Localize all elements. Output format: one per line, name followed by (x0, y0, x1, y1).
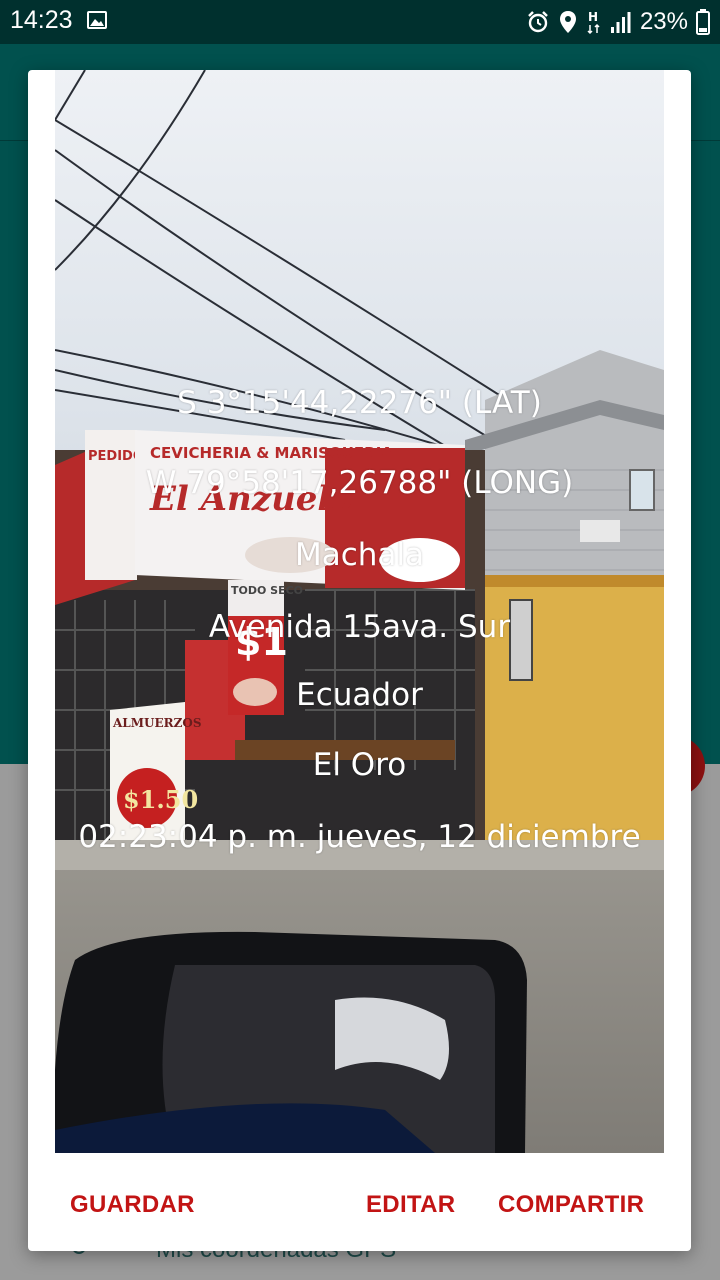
svg-text:H: H (588, 10, 598, 24)
alarm-icon (528, 11, 548, 33)
status-bar: 14:23 H 23% (0, 0, 720, 44)
photo-dialog: PEDIDOS CEVICHERIA & MARISQUERIA El Anzu… (28, 70, 691, 1251)
status-time: 14:23 (10, 6, 73, 34)
country-text: Ecuador (296, 677, 423, 713)
geotagged-photo: PEDIDOS CEVICHERIA & MARISQUERIA El Anzu… (55, 70, 664, 1153)
location-icon (559, 11, 576, 33)
signal-icon (610, 12, 631, 33)
edit-button[interactable]: EDITAR (366, 1183, 455, 1227)
city-text: Machala (294, 537, 425, 573)
province-text: El Oro (312, 747, 407, 783)
latitude-text: S 3°15'44,22276" (LAT) (177, 385, 542, 421)
almuerzos-price-text: $1.50 (123, 785, 198, 814)
almuerzos-text: ALMUERZOS (112, 716, 202, 730)
shop-sign-top-text: CEVICHERIA & MARISQUERIA (150, 444, 393, 462)
status-icons: H 23% (526, 6, 710, 38)
dialog-actions: GUARDAR EDITAR COMPARTIR (28, 1153, 691, 1251)
street-text: Avenida 15ava. Sur (208, 609, 511, 645)
save-button[interactable]: GUARDAR (70, 1183, 195, 1227)
share-button[interactable]: COMPARTIR (498, 1183, 644, 1227)
longitude-text: W 79°58'17,26788" (LONG) (145, 465, 574, 501)
todo-seco-text: TODO SECO (231, 584, 303, 597)
datetime-text: 02:23:04 p. m. jueves, 12 diciembre (78, 819, 641, 855)
battery-percent: 23% (639, 8, 688, 35)
battery-icon (696, 9, 710, 35)
image-icon (87, 11, 107, 29)
network-h-icon: H (587, 10, 600, 35)
